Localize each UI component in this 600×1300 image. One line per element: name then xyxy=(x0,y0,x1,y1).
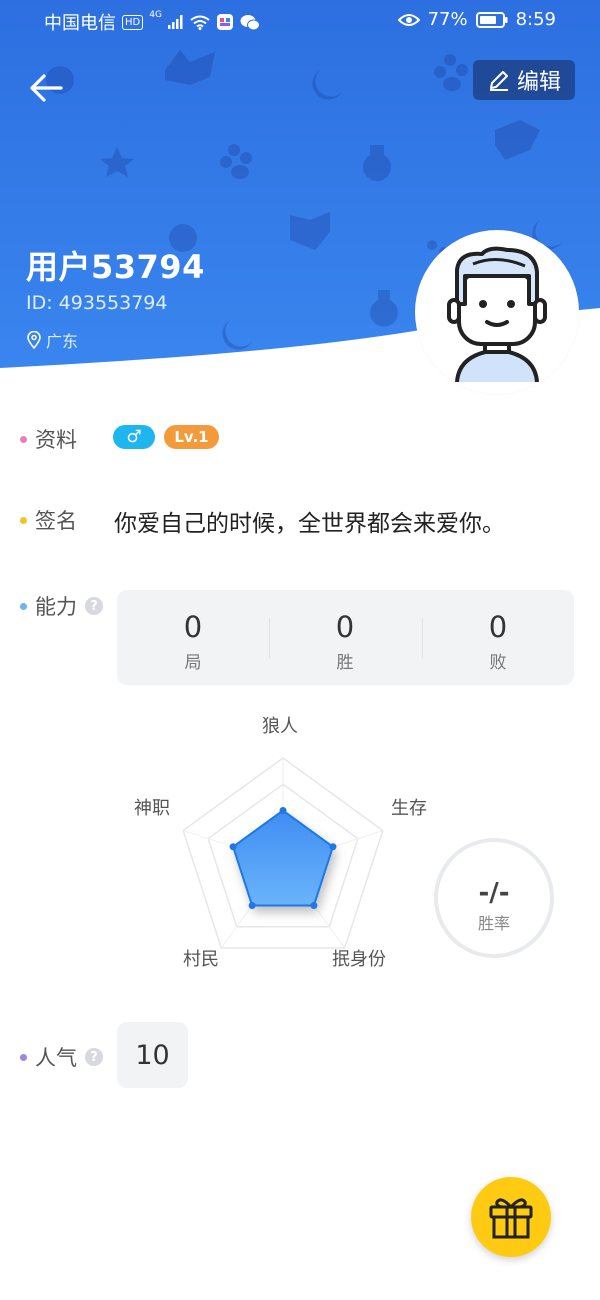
level-badge: Lv.1 xyxy=(164,425,219,449)
stat-games-label: 局 xyxy=(184,653,202,673)
popularity-label-text: 人气 xyxy=(35,1046,77,1070)
pencil-icon xyxy=(489,71,508,91)
clock: 8:59 xyxy=(515,9,556,30)
location-pin-icon xyxy=(27,331,41,349)
ability-label: 能力 ? xyxy=(20,591,103,621)
back-button[interactable] xyxy=(24,68,68,108)
win-rate-label: 胜率 xyxy=(477,914,510,933)
hd-badge: HD xyxy=(122,14,144,30)
win-rate-ring: -/- 胜率 xyxy=(434,838,554,958)
radar-data-point xyxy=(229,843,237,851)
male-icon: ♂ xyxy=(126,427,142,447)
stats-box: 0 局 0 胜 0 败 xyxy=(117,590,574,685)
ability-label-text: 能力 xyxy=(35,595,77,619)
user-id: ID: 493553794 xyxy=(26,292,168,314)
stat-wins-label: 胜 xyxy=(336,653,354,673)
win-rate-value: -/- xyxy=(478,878,510,908)
battery-percent: 77% xyxy=(427,9,468,30)
radar-data-point xyxy=(248,901,256,909)
popularity-value: 10 xyxy=(117,1022,188,1088)
radar-label-survival: 生存 xyxy=(391,798,427,819)
edit-button[interactable]: 编辑 xyxy=(473,60,575,100)
info-dot xyxy=(20,435,27,443)
wifi-icon xyxy=(190,15,210,30)
radar-label-identify: 抿身份 xyxy=(332,949,386,970)
stat-wins-value: 0 xyxy=(335,610,355,644)
gender-badge: ♂ xyxy=(113,425,155,449)
radar-data-point xyxy=(279,807,287,814)
avatar-face-icon xyxy=(447,246,547,382)
battery-icon xyxy=(475,11,508,28)
radar-data-point xyxy=(329,843,337,851)
network-type: 4G xyxy=(149,10,162,20)
radar-label-werewolf: 狼人 xyxy=(262,716,298,737)
radar-data-area xyxy=(231,809,335,907)
stat-games-value: 0 xyxy=(183,610,203,644)
location-text: 广东 xyxy=(46,332,79,351)
ability-radar-chart xyxy=(182,757,384,949)
signature-label: 签名 xyxy=(20,505,77,535)
username: 用户53794 xyxy=(26,248,205,286)
info-label: 资料 xyxy=(20,424,77,454)
signal-icon xyxy=(167,15,183,29)
location: 广东 xyxy=(26,328,78,352)
gift-icon xyxy=(489,1198,533,1239)
eye-icon xyxy=(397,13,420,26)
stat-losses: 0 败 xyxy=(422,590,574,685)
radar-label-god-role: 神职 xyxy=(134,798,170,819)
avatar[interactable] xyxy=(415,230,579,394)
radar-label-villager: 村民 xyxy=(183,949,219,970)
ability-dot xyxy=(20,602,27,610)
edit-button-label: 编辑 xyxy=(516,70,561,95)
info-label-text: 资料 xyxy=(35,428,77,452)
popularity-help-icon[interactable]: ? xyxy=(85,1048,103,1066)
signature-text: 你爱自己的时候，全世界都会来爱你。 xyxy=(114,511,505,537)
stat-losses-value: 0 xyxy=(488,610,508,644)
stat-wins: 0 胜 xyxy=(269,590,421,685)
signature-dot xyxy=(20,516,27,524)
arrow-left-icon xyxy=(30,74,63,102)
status-bar: 中国电信 HD 4G 77% 8:59 xyxy=(0,0,600,40)
app-notification-icon xyxy=(216,14,233,30)
carrier-text: 中国电信 xyxy=(44,13,116,34)
stat-games: 0 局 xyxy=(117,590,269,685)
gift-button[interactable] xyxy=(471,1177,551,1257)
wechat-icon xyxy=(240,14,260,30)
radar-data-point xyxy=(310,901,318,909)
ability-help-icon[interactable]: ? xyxy=(85,597,103,615)
signature-label-text: 签名 xyxy=(35,509,77,533)
popularity-dot xyxy=(20,1053,27,1061)
stat-losses-label: 败 xyxy=(489,653,507,673)
popularity-label: 人气 ? xyxy=(20,1042,103,1072)
